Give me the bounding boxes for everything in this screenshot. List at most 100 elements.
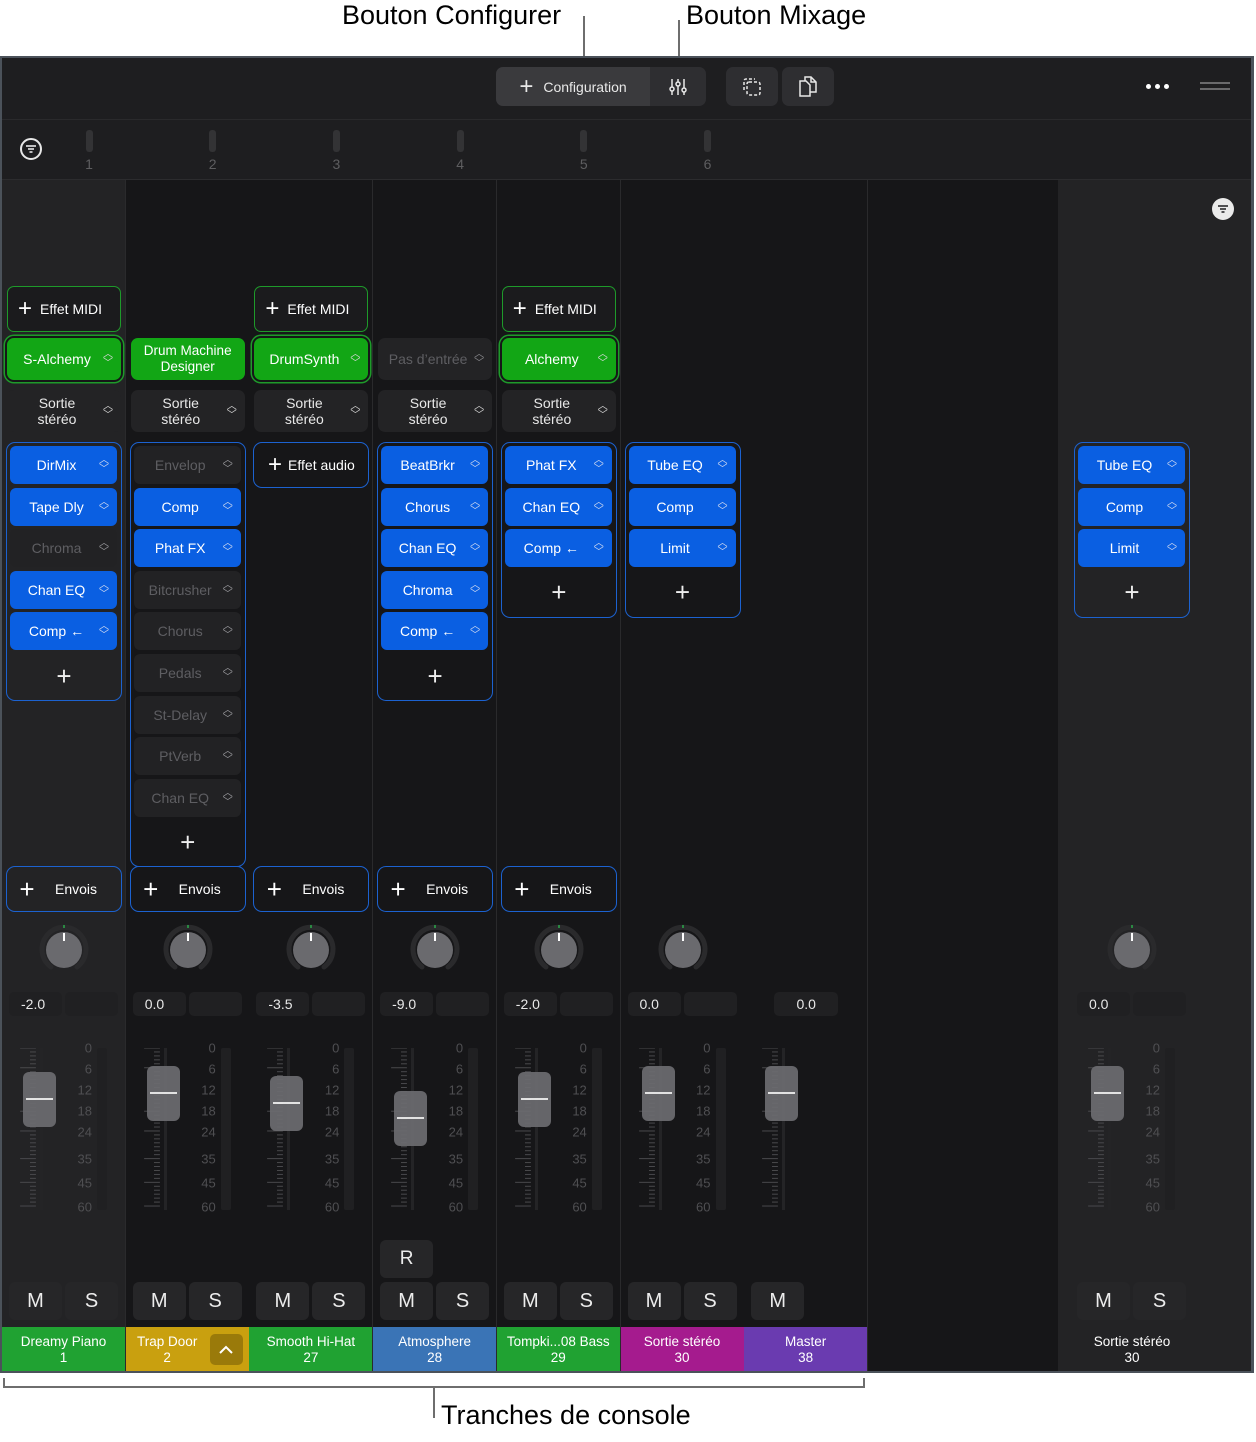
audio-effect-slot[interactable]: Phat FX ︿ ﹀: [133, 529, 241, 568]
add-effect-button[interactable]: +: [7, 658, 121, 694]
output-slot[interactable]: Sortie stéréo ︿ ﹀: [501, 390, 616, 432]
volume-fader-handle[interactable]: [394, 1091, 428, 1147]
midi-effect-button[interactable]: + Effet MIDI: [7, 286, 121, 332]
ruler-marker[interactable]: 4: [447, 130, 473, 172]
track-name-plate[interactable]: Trap Door 2: [125, 1327, 249, 1371]
audio-effect-slot[interactable]: DirMix ︿ ﹀: [10, 446, 117, 484]
channel-strip[interactable]: + Effet MIDI S-Alchemy ︿ ﹀ Sortie stéréo ︿ ﹀ DirM…: [2, 180, 126, 1371]
solo-button[interactable]: S: [559, 1282, 613, 1320]
channel-strip[interactable]: 0.0 M Master 38: [744, 180, 869, 1371]
audio-effect-slot[interactable]: Chan EQ ︿ ﹀: [133, 778, 241, 817]
audio-effect-slot[interactable]: Pedals ︿ ﹀: [133, 654, 241, 692]
channel-strip[interactable]: Tube EQ ︿ ﹀ Comp ︿ ﹀ Limit ︿ ﹀ +0.0 0 6 12 18 24 35 45 60…: [620, 180, 745, 1371]
volume-fader-handle[interactable]: [146, 1066, 180, 1121]
volume-value[interactable]: 0.0: [132, 992, 186, 1016]
instrument-slot[interactable]: Drum Machine Designer: [130, 338, 245, 380]
solo-button[interactable]: S: [683, 1282, 737, 1320]
midi-effect-button[interactable]: + Effet MIDI: [254, 286, 369, 332]
track-name-plate[interactable]: Master 38: [744, 1327, 868, 1371]
channel-strip[interactable]: Pas d’entrée ︿ ﹀ Sortie stéréo ︿ ﹀ BeatBrkr ︿ ﹀ Ch…: [373, 180, 498, 1371]
audio-effect-slot[interactable]: Chan EQ ︿ ﹀: [10, 570, 117, 609]
audio-effect-slot[interactable]: PtVerb ︿ ﹀: [133, 737, 241, 776]
more-button[interactable]: [1142, 76, 1172, 96]
volume-fader-handle[interactable]: [641, 1066, 675, 1121]
audio-effect-slot[interactable]: Chorus ︿ ﹀: [133, 612, 241, 651]
audio-effect-slot[interactable]: Comp ︿ ﹀: [133, 487, 241, 526]
pan-knob[interactable]: [656, 922, 710, 976]
volume-value[interactable]: -2.0: [503, 992, 557, 1016]
volume-value[interactable]: 0.0: [627, 992, 681, 1016]
channel-strip[interactable]: + Effet MIDI DrumSynth ︿ ﹀ Sortie stéréo ︿ ﹀ + Eff…: [249, 180, 374, 1371]
sends-button[interactable]: + Envois: [500, 866, 617, 912]
audio-effect-slot[interactable]: Chan EQ ︿ ﹀: [504, 487, 612, 526]
volume-value[interactable]: 0.0: [1077, 992, 1130, 1016]
add-effect-button[interactable]: +: [131, 824, 245, 860]
input-slot[interactable]: Pas d’entrée ︿ ﹀: [378, 338, 493, 380]
select-button[interactable]: [726, 67, 778, 106]
instrument-slot[interactable]: Alchemy ︿ ﹀: [501, 338, 616, 380]
track-name-plate[interactable]: Atmosphere 28: [373, 1327, 497, 1371]
ruler-marker[interactable]: 2: [200, 130, 226, 172]
track-name-plate[interactable]: Smooth Hi-Hat 27: [249, 1327, 373, 1371]
mute-button[interactable]: M: [503, 1282, 557, 1320]
sends-button[interactable]: + Envois: [377, 866, 494, 912]
audio-effect-slot[interactable]: BeatBrkr ︿ ﹀: [381, 446, 489, 484]
mute-button[interactable]: M: [256, 1282, 310, 1320]
audio-effect-slot[interactable]: Tube EQ ︿ ﹀: [628, 446, 736, 484]
configuration-button[interactable]: + Configuration: [496, 67, 650, 106]
filter-icon[interactable]: [1212, 198, 1234, 220]
volume-value[interactable]: -3.5: [256, 992, 310, 1016]
audio-effect-slot[interactable]: Tape Dly ︿ ﹀: [10, 487, 117, 526]
instrument-slot[interactable]: DrumSynth ︿ ﹀: [254, 338, 369, 380]
mute-button[interactable]: M: [1077, 1282, 1130, 1320]
expand-button[interactable]: [209, 1334, 243, 1365]
audio-effect-slot[interactable]: Comp ← ︿ ﹀: [10, 612, 117, 651]
audio-effect-slot[interactable]: St-Delay ︿ ﹀: [133, 695, 241, 734]
track-name-plate[interactable]: Sortie stéréo 30: [1070, 1327, 1194, 1371]
copy-button[interactable]: [782, 67, 834, 106]
pan-knob[interactable]: [37, 922, 91, 976]
mute-button[interactable]: M: [751, 1282, 805, 1320]
add-effect-button[interactable]: +: [1075, 575, 1189, 611]
output-channel-strip[interactable]: Tube EQ ︿ ﹀ Comp ︿ ﹀ Limit ︿ ﹀ +0.0 0 6 12 18 24 35 45 60…: [1070, 180, 1194, 1371]
output-slot[interactable]: Sortie stéréo ︿ ﹀: [254, 390, 369, 432]
filter-icon[interactable]: [20, 138, 42, 160]
pan-knob[interactable]: [532, 922, 586, 976]
record-enable-button[interactable]: R: [380, 1240, 434, 1278]
volume-value[interactable]: -9.0: [380, 992, 434, 1016]
solo-button[interactable]: S: [65, 1282, 118, 1320]
channel-strip[interactable]: + Effet MIDI Alchemy ︿ ﹀ Sortie stéréo ︿ ﹀ Phat F…: [496, 180, 621, 1371]
ruler-marker[interactable]: 1: [76, 130, 102, 172]
audio-effect-slot[interactable]: Tube EQ ︿ ﹀: [1078, 446, 1185, 484]
add-effect-button[interactable]: +: [378, 658, 492, 694]
output-slot[interactable]: Sortie stéréo ︿ ﹀: [378, 390, 493, 432]
volume-fader-handle[interactable]: [23, 1071, 56, 1127]
mute-button[interactable]: M: [380, 1282, 434, 1320]
audio-effect-slot[interactable]: Chorus ︿ ﹀: [381, 487, 489, 526]
add-effect-button[interactable]: +: [502, 575, 616, 611]
drag-handle-icon[interactable]: [1200, 82, 1230, 90]
output-slot[interactable]: Sortie stéréo ︿ ﹀: [7, 390, 121, 432]
solo-button[interactable]: S: [188, 1282, 242, 1320]
ruler-marker[interactable]: 3: [323, 130, 349, 172]
volume-fader-handle[interactable]: [1091, 1066, 1124, 1121]
solo-button[interactable]: S: [312, 1282, 366, 1320]
track-name-plate[interactable]: Dreamy Piano 1: [2, 1327, 125, 1371]
solo-button[interactable]: S: [436, 1282, 490, 1320]
pan-knob[interactable]: [284, 922, 338, 976]
audio-effect-slot[interactable]: Bitcrusher ︿ ﹀: [133, 570, 241, 609]
audio-effect-slot[interactable]: Chroma ︿ ﹀: [381, 570, 489, 609]
solo-button[interactable]: S: [1133, 1282, 1186, 1320]
midi-effect-button[interactable]: + Effet MIDI: [501, 286, 616, 332]
instrument-slot[interactable]: S-Alchemy ︿ ﹀: [7, 338, 121, 380]
audio-effect-slot[interactable]: Comp ← ︿ ﹀: [504, 529, 612, 568]
audio-effect-slot[interactable]: Comp ︿ ﹀: [628, 487, 736, 526]
mix-button[interactable]: [650, 67, 706, 106]
volume-fader-handle[interactable]: [517, 1071, 551, 1127]
channel-strip[interactable]: Drum Machine Designer Sortie stéréo ︿ ﹀ Envel…: [125, 180, 250, 1371]
output-slot[interactable]: Sortie stéréo ︿ ﹀: [130, 390, 245, 432]
audio-effect-slot[interactable]: Comp ← ︿ ﹀: [381, 612, 489, 651]
ruler-marker[interactable]: 6: [695, 130, 721, 172]
audio-effect-slot[interactable]: Comp ︿ ﹀: [1078, 487, 1185, 526]
pan-knob[interactable]: [161, 922, 215, 976]
